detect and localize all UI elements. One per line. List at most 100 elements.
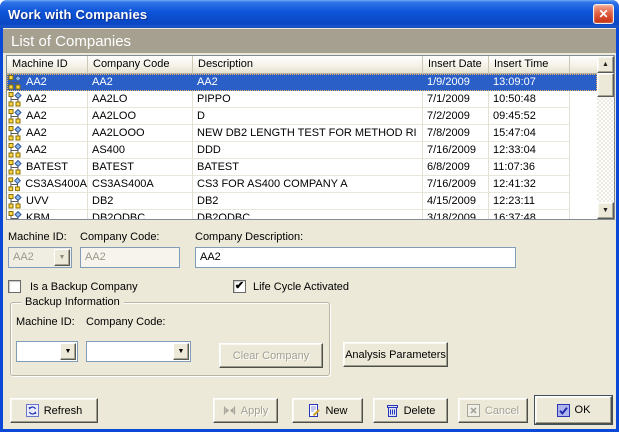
company-code-cell: DB2: [88, 193, 193, 210]
description-cell: BATEST: [193, 159, 423, 176]
insert-date-cell: 4/15/2009: [423, 193, 489, 210]
table-row[interactable]: AA2 AA2LO PIPPO 7/1/2009 10:50:48: [7, 91, 597, 108]
row-filler: [570, 142, 597, 159]
table-row[interactable]: AA2 AS400 DDD 7/16/2009 12:33:04: [7, 142, 597, 159]
insert-date-cell: 3/18/2009: [423, 210, 489, 219]
ok-button[interactable]: OK: [535, 396, 612, 424]
cancel-button: Cancel: [458, 398, 528, 423]
scrollbar-thumb[interactable]: [597, 73, 614, 97]
insert-time-cell: 09:45:52: [489, 108, 570, 125]
column-header-machine-id[interactable]: Machine ID: [7, 56, 88, 74]
table-row[interactable]: BATEST BATEST BATEST 6/8/2009 11:07:36: [7, 159, 597, 176]
cancel-x-icon: [467, 404, 480, 417]
table-row[interactable]: AA2 AA2 AA2 1/9/2009 13:09:07: [7, 74, 597, 91]
backup-machine-id-combo[interactable]: ▼: [16, 341, 78, 362]
insert-date-cell: 6/8/2009: [423, 159, 489, 176]
company-description-field[interactable]: AA2: [195, 247, 516, 268]
ok-check-icon: [557, 404, 570, 417]
org-chart-icon: [8, 177, 22, 192]
column-header-filler: [570, 56, 597, 74]
description-cell: DB2: [193, 193, 423, 210]
column-header-insert-time[interactable]: Insert Time: [489, 56, 570, 74]
new-button[interactable]: New: [292, 398, 363, 423]
row-filler: [570, 74, 597, 91]
machine-id-value: AA2: [13, 248, 53, 267]
chevron-down-icon: ▼: [54, 249, 70, 266]
company-code-cell: AA2LO: [88, 91, 193, 108]
table-row[interactable]: UVV DB2 DB2 4/15/2009 12:23:11: [7, 193, 597, 210]
scroll-up-icon[interactable]: ▲: [597, 56, 614, 73]
org-chart-icon: [8, 160, 23, 175]
machine-id-cell: CS3AS400A: [7, 176, 88, 193]
backup-machine-id-label: Machine ID:: [16, 316, 75, 328]
ok-label: OK: [575, 404, 591, 416]
table-body: AA2 AA2 AA2 1/9/2009 13:09:07 AA2 AA2LO …: [7, 74, 597, 219]
insert-time-cell: 11:07:36: [489, 159, 570, 176]
insert-date-cell: 7/8/2009: [423, 125, 489, 142]
row-filler: [570, 176, 597, 193]
insert-time-cell: 12:23:11: [489, 193, 570, 210]
column-header-company-code[interactable]: Company Code: [88, 56, 193, 74]
new-document-icon: [307, 404, 320, 417]
chevron-down-icon[interactable]: ▼: [173, 343, 189, 360]
machine-id-cell: KBM: [7, 210, 88, 219]
company-code-label: Company Code:: [80, 231, 160, 243]
scroll-down-icon[interactable]: ▼: [597, 202, 614, 219]
close-icon[interactable]: ✕: [593, 4, 614, 24]
table-row[interactable]: AA2 AA2LOOO NEW DB2 LENGTH TEST FOR METH…: [7, 125, 597, 142]
refresh-label: Refresh: [44, 405, 83, 417]
org-chart-icon: [8, 211, 23, 220]
delete-button[interactable]: Delete: [373, 398, 448, 423]
analysis-parameters-button[interactable]: Analysis Parameters: [343, 342, 448, 367]
row-filler: [570, 159, 597, 176]
company-code-cell: DB2ODBC: [88, 210, 193, 219]
apply-label: Apply: [241, 405, 269, 417]
machine-id-combo: AA2 ▼: [8, 247, 72, 268]
machine-id-cell: BATEST: [7, 159, 88, 176]
vertical-scrollbar[interactable]: ▲ ▼: [597, 56, 614, 219]
row-filler: [570, 108, 597, 125]
section-title: List of Companies: [11, 33, 131, 50]
insert-date-cell: 7/1/2009: [423, 91, 489, 108]
trash-icon: [386, 404, 399, 417]
table-row[interactable]: KBM DB2ODBC DB2ODBC 3/18/2009 16:37:48: [7, 210, 597, 219]
org-chart-icon: [8, 126, 23, 141]
companies-table: Machine ID Company Code Description Inse…: [6, 55, 615, 220]
machine-id-cell: AA2: [7, 91, 88, 108]
chevron-down-icon[interactable]: ▼: [60, 343, 76, 360]
machine-id-cell: AA2: [7, 108, 88, 125]
insert-time-cell: 12:41:32: [489, 176, 570, 193]
company-description-label: Company Description:: [195, 231, 303, 243]
description-cell: PIPPO: [193, 91, 423, 108]
life-cycle-activated-checkbox[interactable]: ✔: [233, 280, 246, 293]
org-chart-icon: [8, 75, 23, 90]
table-row[interactable]: AA2 AA2LOO D 7/2/2009 09:45:52: [7, 108, 597, 125]
backup-information-title: Backup Information: [21, 296, 124, 308]
is-backup-company-checkbox[interactable]: [8, 280, 21, 293]
company-code-cell: AA2LOO: [88, 108, 193, 125]
column-header-insert-date[interactable]: Insert Date: [423, 56, 489, 74]
row-filler: [570, 125, 597, 142]
apply-button: Apply: [213, 398, 278, 423]
machine-id-label: Machine ID:: [8, 231, 67, 243]
org-chart-icon: [8, 109, 23, 124]
org-chart-icon: [8, 194, 23, 209]
row-filler: [570, 91, 597, 108]
table-row[interactable]: CS3AS400A CS3AS400A CS3 FOR AS400 COMPAN…: [7, 176, 597, 193]
is-backup-company-label: Is a Backup Company: [30, 281, 138, 293]
section-header: List of Companies: [3, 29, 616, 53]
cancel-label: Cancel: [485, 405, 519, 417]
backup-company-code-combo[interactable]: ▼: [86, 341, 191, 362]
company-code-field: AA2: [80, 247, 180, 268]
machine-id-cell: AA2: [7, 125, 88, 142]
titlebar[interactable]: Work with Companies ✕: [0, 0, 619, 28]
refresh-button[interactable]: Refresh: [10, 398, 98, 423]
column-header-description[interactable]: Description: [193, 56, 423, 74]
insert-date-cell: 7/16/2009: [423, 142, 489, 159]
company-code-cell: AA2LOOO: [88, 125, 193, 142]
company-code-cell: AA2: [88, 74, 193, 91]
clear-company-button: Clear Company: [219, 343, 323, 368]
insert-time-cell: 13:09:07: [489, 74, 570, 91]
row-filler: [570, 210, 597, 219]
insert-time-cell: 12:33:04: [489, 142, 570, 159]
